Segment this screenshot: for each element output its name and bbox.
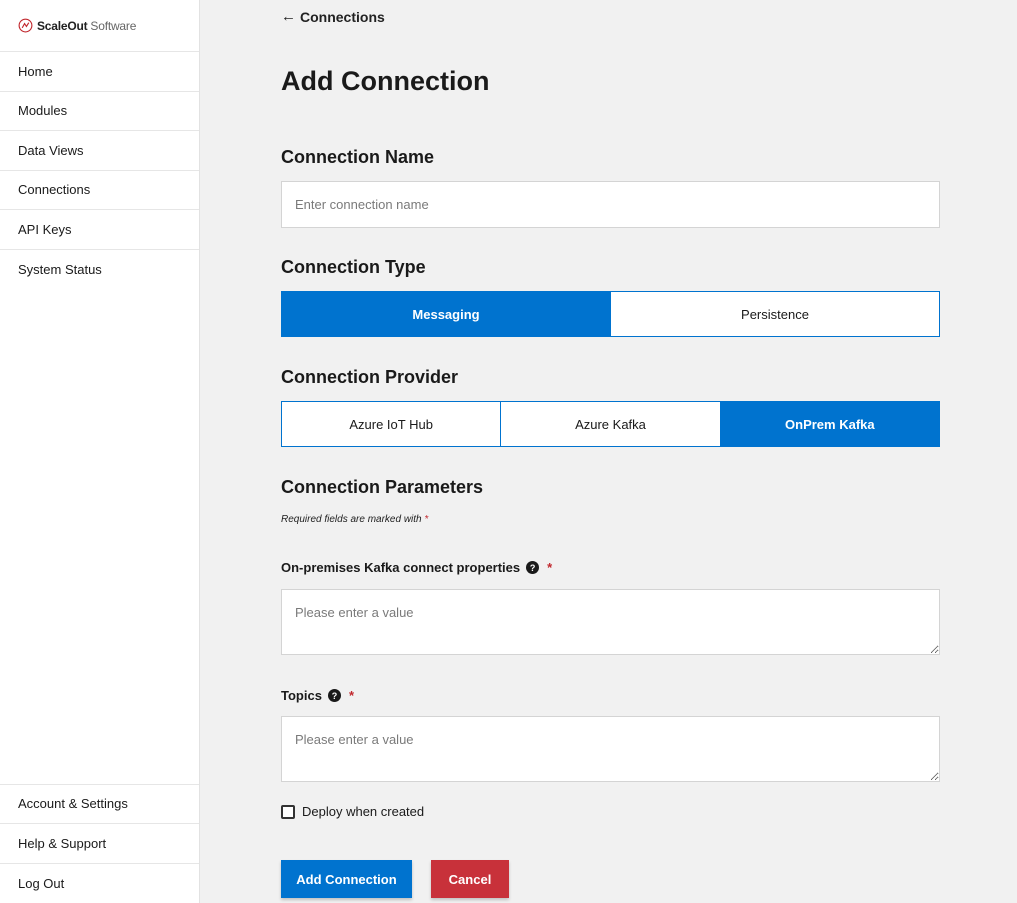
topics-textarea[interactable]: [281, 716, 940, 782]
provider-option-azure-kafka[interactable]: Azure Kafka: [501, 402, 721, 446]
connection-provider-heading: Connection Provider: [281, 367, 459, 387]
deploy-when-created-checkbox[interactable]: [281, 804, 295, 819]
sidebar-item-account-settings[interactable]: Account & Settings: [0, 785, 199, 824]
sidebar-item-help-support[interactable]: Help & Support: [0, 824, 199, 864]
connection-name-heading: Connection Name: [281, 147, 435, 167]
cancel-button[interactable]: Cancel: [431, 860, 509, 898]
sidebar-item-log-out[interactable]: Log Out: [0, 864, 199, 903]
question-circle-icon[interactable]: ?: [526, 561, 540, 574]
brand-suffix: Software: [90, 18, 137, 33]
kafka-properties-label-text: On-premises Kafka connect properties: [281, 560, 521, 575]
required-star: *: [547, 560, 553, 575]
required-star: *: [348, 688, 354, 703]
sidebar-item-connections[interactable]: Connections: [0, 171, 199, 210]
deploy-when-created-label[interactable]: Deploy when created: [302, 804, 424, 819]
sidebar-item-system-status[interactable]: System Status: [0, 250, 199, 290]
connection-type-toggle: Messaging Persistence: [281, 291, 940, 337]
required-fields-note: Required fields are marked with *: [281, 514, 428, 525]
question-circle-icon[interactable]: ?: [327, 689, 341, 702]
sidebar-item-api-keys[interactable]: API Keys: [0, 210, 199, 250]
brand-logo[interactable]: ScaleOut Software: [0, 0, 199, 52]
sidebar: ScaleOut Software Home Modules Data View…: [0, 0, 200, 903]
sidebar-item-modules[interactable]: Modules: [0, 92, 199, 131]
topics-label: Topics ? *: [281, 688, 354, 703]
required-note-star: *: [424, 514, 429, 525]
sidebar-bottom: Account & Settings Help & Support Log Ou…: [0, 783, 199, 903]
provider-option-onprem-kafka[interactable]: OnPrem Kafka: [720, 402, 939, 446]
provider-option-azure-iot-hub[interactable]: Azure IoT Hub: [282, 402, 502, 446]
page-title: Add Connection: [281, 66, 490, 96]
brand-name: ScaleOut: [37, 18, 88, 33]
kafka-properties-textarea[interactable]: [281, 589, 940, 655]
kafka-properties-label: On-premises Kafka connect properties ? *: [281, 560, 552, 575]
connection-type-heading: Connection Type: [281, 257, 426, 277]
add-connection-button[interactable]: Add Connection: [281, 860, 412, 898]
sidebar-item-home[interactable]: Home: [0, 52, 199, 92]
connection-parameters-heading: Connection Parameters: [281, 477, 484, 497]
back-to-connections-link[interactable]: ← Connections: [281, 8, 385, 25]
back-link-label: Connections: [300, 8, 385, 25]
deploy-when-created-row: Deploy when created: [281, 804, 424, 819]
connection-name-input[interactable]: [281, 181, 940, 228]
arrow-left-icon: ←: [281, 8, 296, 25]
connection-provider-toggle: Azure IoT Hub Azure Kafka OnPrem Kafka: [281, 401, 940, 447]
required-note-text: Required fields are marked with: [281, 514, 422, 525]
topics-label-text: Topics: [281, 688, 322, 703]
type-option-persistence[interactable]: Persistence: [611, 292, 939, 336]
sidebar-item-data-views[interactable]: Data Views: [0, 131, 199, 171]
type-option-messaging[interactable]: Messaging: [282, 292, 611, 336]
scaleout-logo-icon: [18, 18, 33, 33]
